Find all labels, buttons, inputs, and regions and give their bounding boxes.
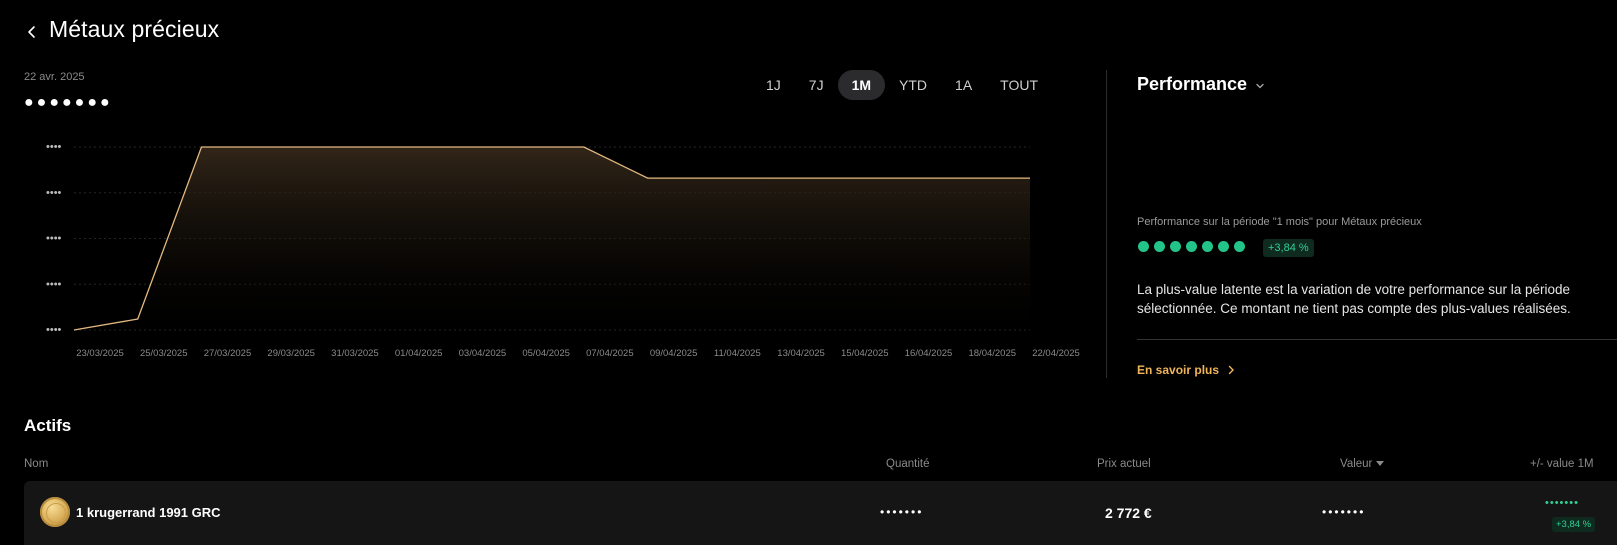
x-tick-label: 11/04/2025 (714, 348, 761, 359)
page-title: Métaux précieux (49, 16, 220, 42)
asset-price: 2 772 € (1105, 505, 1152, 521)
chart-x-ticks: 23/03/2025 25/03/2025 27/03/2025 29/03/2025… (76, 348, 1080, 359)
horizontal-divider (1137, 339, 1617, 340)
back-chevron-icon[interactable] (22, 22, 42, 42)
x-tick-label: 22/04/2025 (1032, 348, 1080, 359)
performance-caption: Performance sur la période "1 mois" pour… (1137, 216, 1422, 228)
asset-value: ••••••• (1322, 505, 1366, 519)
chevron-down-icon (1256, 83, 1264, 89)
x-tick-label: 01/04/2025 (395, 348, 443, 359)
y-tick-label: •••• (46, 141, 62, 153)
x-tick-label: 03/04/2025 (459, 348, 507, 359)
x-tick-label: 27/03/2025 (204, 348, 252, 359)
asset-perf-masked: ••••••• (1545, 497, 1579, 509)
tab-7j[interactable]: 7J (795, 70, 838, 100)
column-header-name: Nom (24, 458, 49, 470)
x-tick-label: 07/04/2025 (586, 348, 634, 359)
y-tick-label: •••• (46, 187, 62, 199)
tab-ytd[interactable]: YTD (885, 70, 941, 100)
performance-chart[interactable]: •••• •••• •••• •••• •••• 23/03/2025 25/03/202… (40, 140, 1080, 370)
column-header-price: Prix actuel (1097, 458, 1151, 470)
masked-performance-amount (1138, 241, 1245, 252)
chart-area (74, 147, 1030, 330)
x-tick-label: 18/04/2025 (968, 348, 1016, 359)
tab-tout[interactable]: TOUT (986, 70, 1052, 100)
tab-1a[interactable]: 1A (941, 70, 986, 100)
sort-desc-icon (1376, 461, 1385, 466)
x-tick-label: 13/04/2025 (777, 348, 825, 359)
tab-1m[interactable]: 1M (837, 70, 886, 100)
x-tick-label: 05/04/2025 (522, 348, 570, 359)
x-tick-label: 23/03/2025 (76, 348, 124, 359)
period-tabs: 1J 7J 1M YTD 1A TOUT (752, 70, 1052, 100)
performance-description: La plus-value latente est la variation d… (1137, 282, 1571, 316)
learn-more-label: En savoir plus (1137, 363, 1220, 377)
performance-dropdown[interactable]: Performance (1137, 74, 1265, 95)
x-tick-label: 09/04/2025 (650, 348, 698, 359)
gold-coin-icon-inner (46, 503, 66, 523)
asset-name: 1 krugerrand 1991 GRC (76, 505, 221, 520)
chart-date-label: 22 avr. 2025 (24, 71, 85, 83)
y-tick-label: •••• (46, 233, 62, 245)
column-header-perf: +/- value 1M (1530, 458, 1594, 470)
tab-1j[interactable]: 1J (752, 70, 795, 100)
column-header-value-label: Valeur (1340, 458, 1373, 470)
chevron-right-icon (1228, 365, 1235, 375)
table-row[interactable] (24, 481, 1617, 545)
x-tick-label: 15/04/2025 (841, 348, 889, 359)
x-tick-label: 31/03/2025 (331, 348, 379, 359)
chart-y-ticks: •••• •••• •••• •••• •••• (46, 141, 62, 336)
x-tick-label: 29/03/2025 (267, 348, 315, 359)
y-tick-label: •••• (46, 278, 62, 290)
masked-total-value: ●●●●●●● (24, 94, 113, 111)
column-header-value[interactable]: Valeur (1340, 458, 1385, 470)
column-header-quantity: Quantité (886, 458, 930, 470)
assets-section-title: Actifs (24, 416, 72, 435)
learn-more-link[interactable]: En savoir plus (1137, 363, 1235, 377)
x-tick-label: 25/03/2025 (140, 348, 188, 359)
vertical-divider (1106, 70, 1107, 378)
asset-quantity: ••••••• (880, 505, 924, 519)
x-tick-label: 16/04/2025 (905, 348, 953, 359)
performance-badge: +3,84 % (1263, 239, 1314, 257)
performance-title: Performance (1137, 74, 1248, 94)
y-tick-label: •••• (46, 324, 62, 336)
asset-perf-badge: +3,84 % (1552, 517, 1596, 532)
